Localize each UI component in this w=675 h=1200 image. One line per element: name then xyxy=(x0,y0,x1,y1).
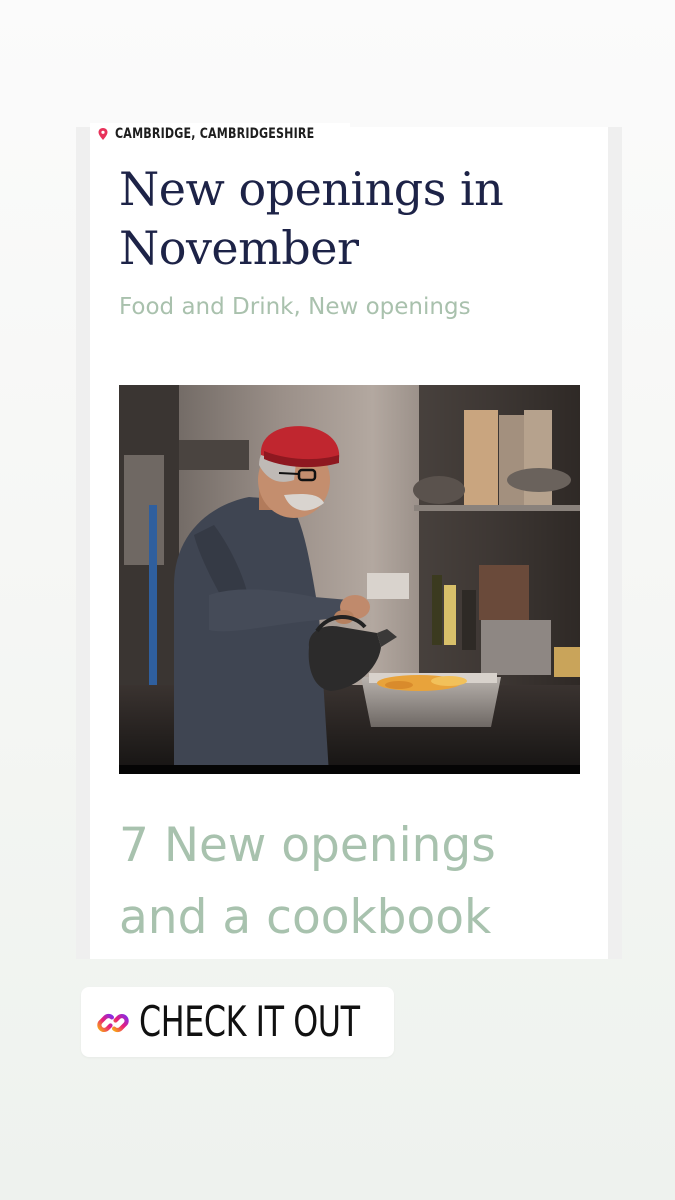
post-photo xyxy=(119,385,580,774)
location-tag[interactable]: CAMBRIDGE, CAMBRIDGESHIRE xyxy=(90,123,350,145)
location-label: CAMBRIDGE, CAMBRIDGESHIRE xyxy=(115,126,315,142)
story-screen: { "story": { "location": "CAMBRIDGE, CAM… xyxy=(0,0,675,1200)
subheadline-line-1: 7 New openings xyxy=(119,818,496,873)
subheadline-line-2: and a cookbook xyxy=(119,890,492,945)
link-sticker-label: CHECK IT OUT xyxy=(139,997,360,1046)
chef-kitchen-photo xyxy=(119,385,580,774)
link-sticker[interactable]: CHECK IT OUT xyxy=(81,987,394,1057)
post-categories: Food and Drink, New openings xyxy=(119,294,471,320)
post-headline: New openings in November xyxy=(119,162,504,275)
post-subheadline: 7 New openings and a cookbook xyxy=(119,810,589,954)
location-pin-icon xyxy=(98,128,108,140)
link-icon xyxy=(97,1013,129,1033)
